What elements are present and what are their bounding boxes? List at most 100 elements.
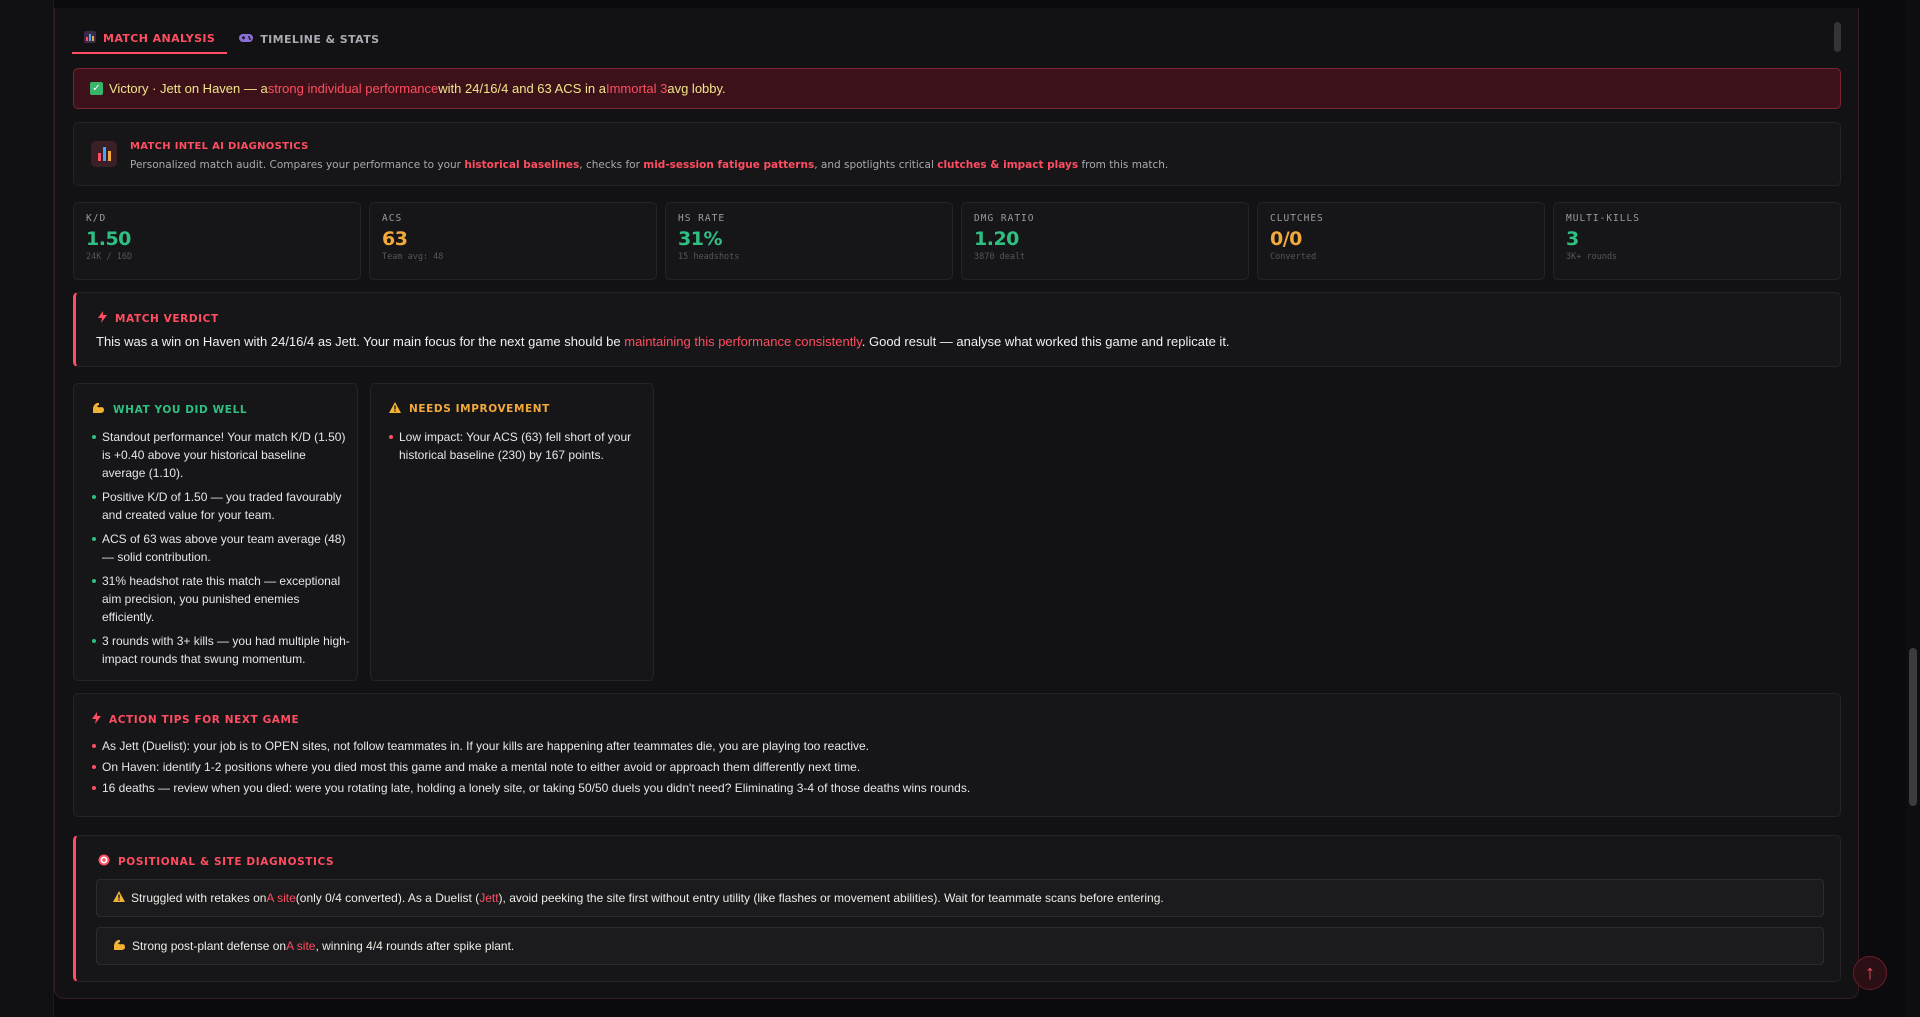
match-verdict-card: MATCH VERDICT This was a win on Haven wi… [73, 292, 1841, 367]
stat-value: 31% [678, 228, 722, 250]
scroll-to-top-button[interactable]: ↑ [1853, 956, 1887, 990]
tab-match-analysis[interactable]: MATCH ANALYSIS [72, 24, 228, 54]
left-sidebar-strip [0, 0, 54, 1017]
did-well-title: WHAT YOU DID WELL [92, 402, 247, 417]
stat-sub: 15 headshots [678, 252, 740, 262]
intel-desc-highlight: mid-session fatigue patterns [643, 159, 815, 171]
positional-text: ), avoid peeking the site first without … [498, 891, 1164, 905]
arrow-up-icon: ↑ [1865, 961, 1875, 984]
gamepad-icon [239, 32, 254, 47]
verdict-text: This was a win on Haven with 24/16/4 as … [96, 334, 1230, 349]
intel-description: Personalized match audit. Compares your … [130, 159, 1168, 171]
site-name: A site [286, 939, 316, 953]
victory-text-highlight: strong individual performance [267, 81, 439, 96]
positional-text: Strong post-plant defense on [132, 939, 287, 953]
page-scrollbar[interactable] [1906, 0, 1920, 1017]
warning-icon [389, 402, 401, 416]
stat-value: 3 [1566, 228, 1579, 250]
stat-cards-row: K/D 1.50 24K / 16D ACS 63 Team avg: 48 H… [73, 202, 1841, 280]
positional-title-text: POSITIONAL & SITE DIAGNOSTICS [118, 855, 335, 868]
warning-icon [113, 891, 125, 905]
tips-list: As Jett (Duelist): your job is to OPEN s… [92, 737, 1792, 800]
stat-card-hs-rate: HS RATE 31% 15 headshots [665, 202, 953, 280]
intel-desc-part: , checks for [579, 159, 644, 171]
stat-card-dmg-ratio: DMG RATIO 1.20 3870 dealt [961, 202, 1249, 280]
stat-sub: 3K+ rounds [1566, 252, 1618, 262]
positional-text: , winning 4/4 rounds after spike plant. [315, 939, 515, 953]
list-item: ACS of 63 was above your team average (4… [92, 530, 352, 566]
stat-sub: 24K / 16D [86, 252, 133, 262]
positional-item: Strong post-plant defense on A site, win… [96, 927, 1824, 965]
stat-label: ACS [382, 213, 403, 224]
target-icon [98, 854, 110, 869]
what-you-did-well-card: WHAT YOU DID WELL Standout performance! … [73, 383, 358, 681]
list-item: On Haven: identify 1-2 positions where y… [92, 758, 1792, 776]
victory-text-prefix: Victory · Jett on Haven — a [109, 81, 268, 96]
panel-scrollbar-thumb[interactable] [1834, 22, 1841, 52]
bar-chart-icon [91, 141, 117, 167]
stat-value: 1.20 [974, 228, 1019, 250]
stat-label: MULTI-KILLS [1566, 213, 1640, 224]
verdict-title: MATCH VERDICT [98, 311, 219, 326]
intel-desc-part: Personalized match audit. Compares your … [130, 159, 465, 171]
list-item: Low impact: Your ACS (63) fell short of … [389, 428, 645, 464]
stat-sub: Converted [1270, 252, 1317, 262]
did-well-list: Standout performance! Your match K/D (1.… [92, 428, 352, 674]
intel-desc-highlight: historical baselines [464, 159, 580, 171]
list-item: As Jett (Duelist): your job is to OPEN s… [92, 737, 1792, 755]
stat-card-acs: ACS 63 Team avg: 48 [369, 202, 657, 280]
needs-improvement-card: NEEDS IMPROVEMENT Low impact: Your ACS (… [370, 383, 654, 681]
list-item: 16 deaths — review when you died: were y… [92, 779, 1792, 797]
lightning-icon [98, 311, 107, 326]
stat-card-multi-kills: MULTI-KILLS 3 3K+ rounds [1553, 202, 1841, 280]
page-scrollbar-thumb[interactable] [1909, 648, 1917, 806]
stat-value: 63 [382, 228, 408, 250]
intel-title: MATCH INTEL AI DIAGNOSTICS [130, 141, 309, 152]
stat-sub: 3870 dealt [974, 252, 1026, 262]
intel-desc-part: , and spotlights critical [814, 159, 938, 171]
tab-bar: MATCH ANALYSIS TIMELINE & STATS [72, 24, 391, 54]
list-item: 31% headshot rate this match — exception… [92, 572, 352, 626]
verdict-text-part: This was a win on Haven with 24/16/4 as … [96, 334, 625, 349]
tab-match-analysis-label: MATCH ANALYSIS [103, 31, 216, 45]
positional-diagnostics-card: POSITIONAL & SITE DIAGNOSTICS Struggled … [73, 835, 1841, 982]
bar-chart-icon [84, 30, 96, 46]
action-tips-card: ACTION TIPS FOR NEXT GAME As Jett (Dueli… [73, 693, 1841, 817]
flexed-bicep-icon [113, 939, 126, 954]
stat-label: HS RATE [678, 213, 726, 224]
positional-text: (only 0/4 converted). As a Duelist ( [295, 891, 480, 905]
list-item: Positive K/D of 1.50 — you traded favour… [92, 488, 352, 524]
stat-value: 1.50 [86, 228, 131, 250]
verdict-highlight: maintaining this performance consistentl… [624, 334, 862, 349]
stat-sub: Team avg: 48 [382, 252, 444, 262]
did-well-title-text: WHAT YOU DID WELL [113, 403, 248, 416]
positional-item: Struggled with retakes on A site (only 0… [96, 879, 1824, 917]
lobby-rank: Immortal 3 [605, 81, 668, 96]
stat-card-kd: K/D 1.50 24K / 16D [73, 202, 361, 280]
improve-title: NEEDS IMPROVEMENT [389, 402, 550, 416]
lightning-icon [92, 712, 101, 727]
agent-name: Jett [479, 891, 499, 905]
verdict-text-part: . Good result — analyse what worked this… [861, 334, 1230, 349]
tab-timeline-stats[interactable]: TIMELINE & STATS [227, 24, 391, 54]
stat-label: K/D [86, 213, 107, 224]
stat-label: CLUTCHES [1270, 213, 1324, 224]
tips-title: ACTION TIPS FOR NEXT GAME [92, 712, 299, 727]
victory-text-suffix: avg lobby. [667, 81, 726, 96]
stat-label: DMG RATIO [974, 213, 1035, 224]
match-intel-card: MATCH INTEL AI DIAGNOSTICS Personalized … [73, 122, 1841, 186]
flexed-bicep-icon [92, 402, 105, 417]
site-name: A site [266, 891, 296, 905]
checkmark-icon: ✓ [90, 82, 103, 95]
stat-card-clutches: CLUTCHES 0/0 Converted [1257, 202, 1545, 280]
victory-text-middle: with 24/16/4 and 63 ACS in a [438, 81, 606, 96]
tab-timeline-stats-label: TIMELINE & STATS [260, 32, 380, 46]
tips-title-text: ACTION TIPS FOR NEXT GAME [109, 713, 300, 726]
list-item: Standout performance! Your match K/D (1.… [92, 428, 352, 482]
list-item: 3 rounds with 3+ kills — you had multipl… [92, 632, 352, 668]
intel-desc-highlight: clutches & impact plays [937, 159, 1079, 171]
verdict-title-text: MATCH VERDICT [115, 312, 219, 325]
intel-desc-part: from this match. [1078, 159, 1169, 171]
positional-text: Struggled with retakes on [131, 891, 267, 905]
victory-banner: ✓ Victory · Jett on Haven — a strong ind… [73, 68, 1841, 109]
